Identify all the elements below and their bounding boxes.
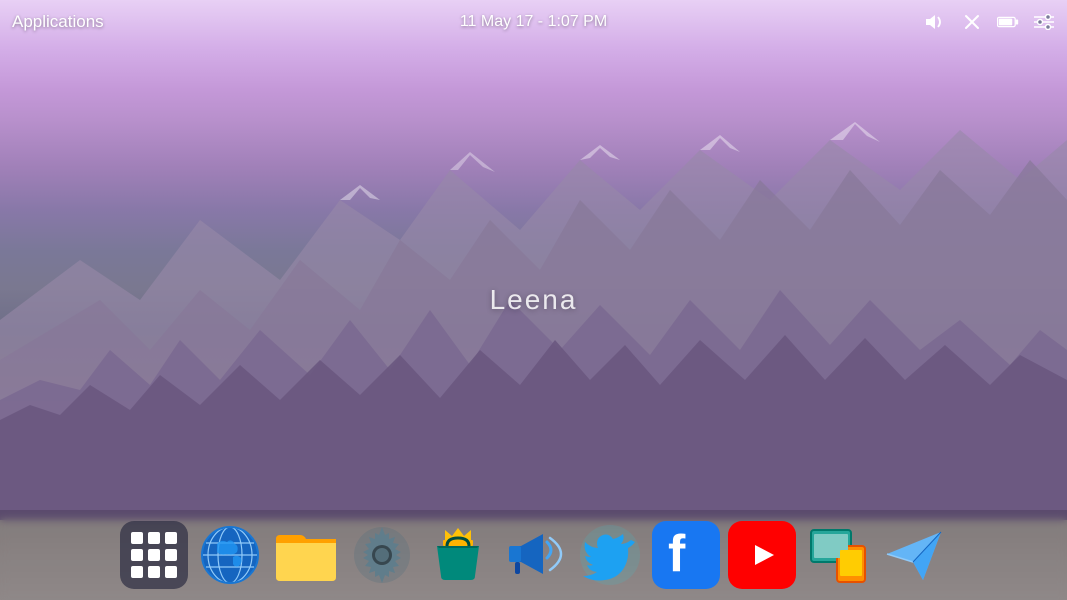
mountain-background	[0, 40, 1067, 520]
svg-text:f: f	[668, 529, 686, 581]
dock-multiwindow-icon[interactable]	[804, 521, 872, 589]
battery-icon	[997, 11, 1019, 33]
store-icon	[427, 524, 489, 586]
applications-menu[interactable]: Applications	[12, 12, 104, 32]
gear-icon	[352, 525, 412, 585]
sound-icon[interactable]	[925, 11, 947, 33]
dock: f	[0, 510, 1067, 600]
status-area	[925, 11, 1055, 33]
send-icon	[883, 524, 945, 586]
topbar: Applications 11 May 17 - 1:07 PM	[0, 0, 1067, 44]
grid-icon	[121, 522, 187, 588]
dock-send-icon[interactable]	[880, 521, 948, 589]
close-icon[interactable]	[961, 11, 983, 33]
megaphone-icon	[503, 524, 565, 586]
dock-youtube-icon[interactable]	[728, 521, 796, 589]
multiwindow-icon	[807, 524, 869, 586]
dock-twitter-icon[interactable]	[576, 521, 644, 589]
dock-browser-icon[interactable]	[196, 521, 264, 589]
dock-store-icon[interactable]	[424, 521, 492, 589]
globe-icon	[199, 524, 261, 586]
folder-icon	[274, 527, 338, 583]
facebook-icon: f	[666, 529, 706, 581]
dock-facebook-icon[interactable]: f	[652, 521, 720, 589]
dock-files-icon[interactable]	[272, 521, 340, 589]
dock-megaphone-icon[interactable]	[500, 521, 568, 589]
datetime-display: 11 May 17 - 1:07 PM	[460, 13, 607, 31]
dock-apps-icon[interactable]	[120, 521, 188, 589]
twitter-icon	[579, 524, 641, 586]
youtube-icon	[732, 533, 792, 577]
dock-settings-icon[interactable]	[348, 521, 416, 589]
desktop-label: Leena	[490, 284, 578, 316]
system-settings-icon[interactable]	[1033, 11, 1055, 33]
